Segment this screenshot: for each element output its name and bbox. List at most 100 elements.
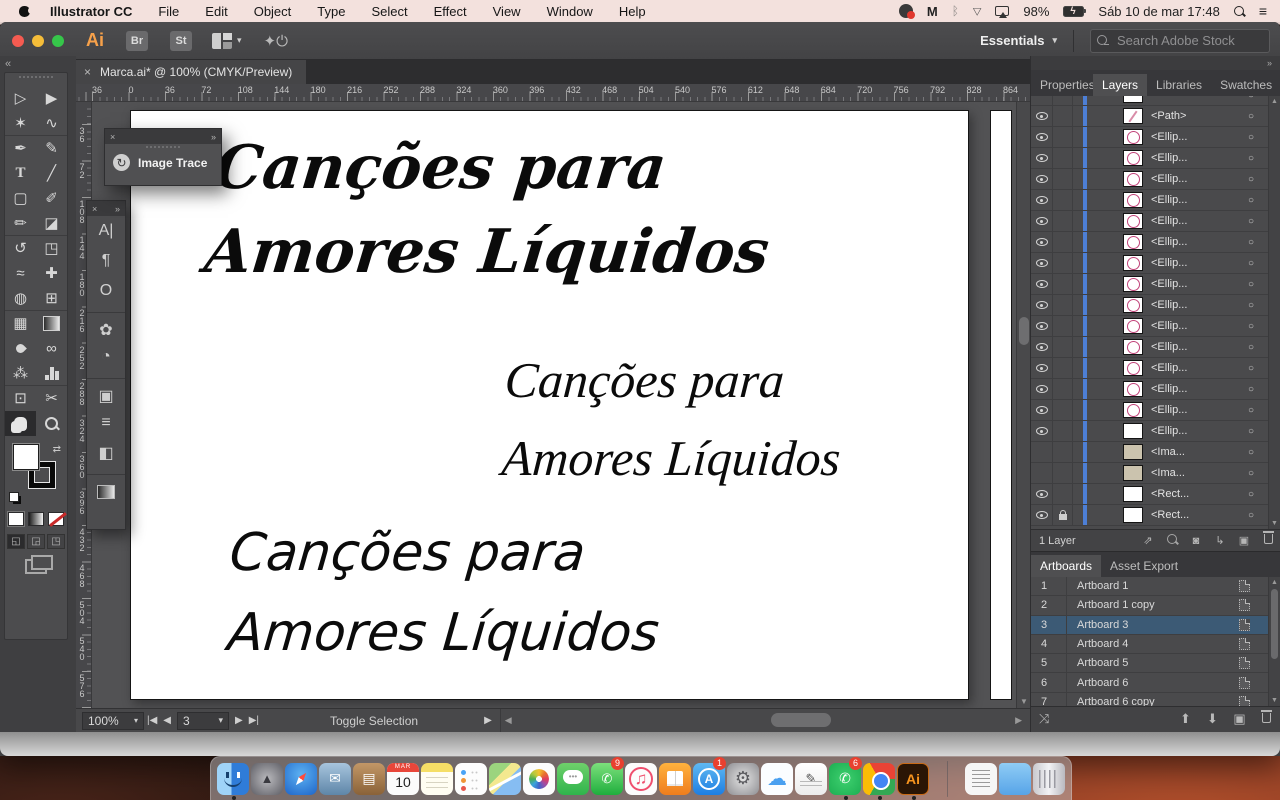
collapse-panel-icon[interactable]: » [211, 132, 216, 142]
status-readout[interactable]: Toggle Selection [330, 714, 418, 728]
artboard-row[interactable]: 4 Artboard 4 [1031, 635, 1280, 654]
layer-label[interactable]: <Ellip... [1151, 341, 1248, 353]
vertical-scrollbar[interactable]: ▼ [1016, 102, 1030, 708]
visibility-eye-icon[interactable] [1036, 154, 1048, 162]
align-panel-icon[interactable]: ≡ [87, 408, 125, 438]
layer-row[interactable]: <Rect... ○ [1031, 484, 1280, 505]
target-icon[interactable]: ○ [1248, 363, 1254, 374]
logo-text-elegant-line2[interactable]: Amores Líquidos [500, 429, 843, 487]
visibility-eye-icon[interactable] [1036, 343, 1048, 351]
curvature-tool[interactable]: ✎ [36, 136, 67, 161]
color-button[interactable] [8, 512, 24, 526]
layer-label[interactable]: <Ima... [1151, 446, 1248, 458]
draw-behind-mode-button[interactable]: ◲ [27, 534, 45, 549]
target-icon[interactable]: ○ [1248, 321, 1254, 332]
visibility-eye-icon[interactable] [1036, 322, 1048, 330]
visibility-eye-icon[interactable] [1036, 259, 1048, 267]
artboard-page-icon[interactable] [1239, 677, 1250, 689]
stock-button[interactable]: St [170, 31, 192, 51]
target-icon[interactable]: ○ [1248, 279, 1254, 290]
color-guide-panel-icon[interactable]: ◔ [87, 342, 125, 372]
artboard-name[interactable]: Artboard 6 copy [1067, 696, 1239, 706]
draw-normal-mode-button[interactable]: ◱ [7, 534, 25, 549]
layer-label[interactable]: <Path> [1151, 110, 1248, 122]
horizontal-scrollbar[interactable]: ◀ ▶ [500, 709, 1030, 732]
artboard-3[interactable]: Canções para Amores Líquidos Canções par… [130, 110, 969, 700]
menu-select[interactable]: Select [371, 4, 407, 19]
layer-thumbnail[interactable] [1123, 507, 1143, 523]
scrollbar-thumb[interactable] [1019, 317, 1029, 345]
symbol-sprayer-tool[interactable]: ⁂ [5, 361, 36, 386]
layer-label[interactable]: <Ellip... [1151, 152, 1248, 164]
tab-swatches[interactable]: Swatches [1211, 74, 1275, 96]
artboard-row[interactable]: 5 Artboard 5 [1031, 654, 1280, 673]
menu-file[interactable]: File [158, 4, 179, 19]
target-icon[interactable]: ○ [1248, 174, 1254, 185]
target-icon[interactable]: ○ [1248, 111, 1254, 122]
search-input[interactable] [1090, 29, 1270, 53]
lock-icon[interactable] [1059, 514, 1067, 520]
scroll-up-icon[interactable]: ▲ [1271, 98, 1278, 105]
type-tool[interactable]: T [5, 161, 36, 186]
menu-type[interactable]: Type [317, 4, 345, 19]
blend-tool[interactable]: ∞ [36, 336, 67, 361]
dock-notes[interactable] [421, 759, 453, 799]
image-trace-label[interactable]: Image Trace [138, 156, 207, 170]
layer-row[interactable]: <Ellip... ○ [1031, 253, 1280, 274]
layer-label[interactable]: <Ellip... [1151, 404, 1248, 416]
artboard-page-icon[interactable] [1239, 657, 1250, 669]
layer-thumbnail[interactable] [1123, 360, 1143, 376]
layer-row[interactable]: <Ellip... ○ [1031, 400, 1280, 421]
scroll-up-icon[interactable]: ▲ [1271, 579, 1278, 586]
layer-row[interactable]: <Ellip... ○ [1031, 358, 1280, 379]
visibility-eye-icon[interactable] [1036, 406, 1048, 414]
eyedropper-tool[interactable] [5, 336, 36, 361]
dock-textedit[interactable]: ✎ [795, 759, 827, 799]
menu-effect[interactable]: Effect [434, 4, 467, 19]
rotate-tool[interactable]: ↺ [5, 236, 36, 261]
layer-thumbnail[interactable] [1123, 297, 1143, 313]
target-icon[interactable]: ○ [1248, 237, 1254, 248]
layer-row[interactable]: <Rect... ○ [1031, 505, 1280, 526]
target-icon[interactable]: ○ [1248, 96, 1254, 101]
dock-illustrator[interactable]: Ai [897, 759, 929, 799]
layer-thumbnail[interactable] [1123, 255, 1143, 271]
target-icon[interactable]: ○ [1248, 300, 1254, 311]
dock-trash[interactable] [1033, 759, 1065, 799]
move-up-icon[interactable]: ⬆ [1172, 711, 1199, 727]
fill-swatch[interactable] [13, 444, 39, 470]
layers-scrollbar[interactable]: ▲▼ [1268, 96, 1280, 529]
next-artboard-button[interactable]: ▶ [235, 715, 243, 726]
layer-thumbnail[interactable] [1123, 234, 1143, 250]
tab-libraries[interactable]: Libraries [1147, 74, 1211, 96]
artboard-name[interactable]: Artboard 5 [1067, 657, 1239, 669]
artboard-4-sliver[interactable] [990, 110, 1012, 700]
layer-label[interactable]: <Ellip... [1151, 278, 1248, 290]
malwarebytes-icon[interactable]: M [927, 4, 938, 19]
status-menu-arrow-icon[interactable]: ▶ [484, 715, 492, 726]
airplay-icon[interactable] [995, 6, 1009, 16]
artboard-name[interactable]: Artboard 4 [1067, 638, 1239, 650]
layer-thumbnail[interactable] [1123, 96, 1143, 103]
visibility-eye-icon[interactable] [1036, 427, 1048, 435]
layer-label[interactable]: <Rect... [1151, 509, 1248, 521]
artboard-row[interactable]: 3 Artboard 3 [1031, 616, 1280, 635]
target-icon[interactable]: ○ [1248, 405, 1254, 416]
spotlight-icon[interactable] [1234, 6, 1245, 17]
target-icon[interactable]: ○ [1248, 426, 1254, 437]
artboard-page-icon[interactable] [1239, 580, 1250, 592]
layer-thumbnail[interactable] [1123, 276, 1143, 292]
apple-menu-icon[interactable] [18, 4, 32, 18]
dock-calendar[interactable]: MAR10 [387, 759, 419, 799]
gradient-panel-icon[interactable] [87, 474, 125, 504]
layer-thumbnail[interactable] [1123, 402, 1143, 418]
touch-workspace-icon[interactable]: ✦⏻ [264, 32, 288, 50]
bridge-button[interactable]: Br [126, 31, 148, 51]
visibility-eye-icon[interactable] [1036, 238, 1048, 246]
move-down-icon[interactable]: ⬇ [1199, 711, 1226, 727]
layer-label[interactable]: <Ellip... [1151, 299, 1248, 311]
layer-thumbnail[interactable] [1123, 150, 1143, 166]
dock-document[interactable] [965, 759, 997, 799]
target-icon[interactable]: ○ [1248, 342, 1254, 353]
layer-row[interactable]: <Ellip... ○ [1031, 148, 1280, 169]
